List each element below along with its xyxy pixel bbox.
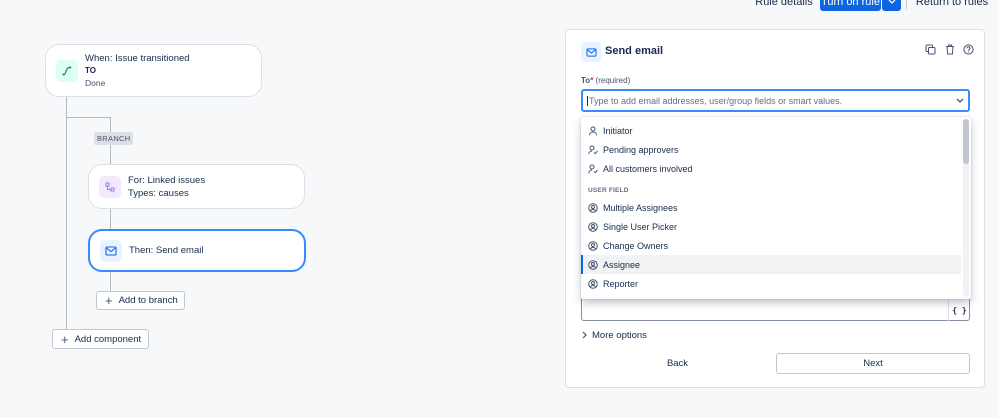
- to-field-label: To* (required): [581, 76, 631, 85]
- toolbar-divider: [906, 0, 907, 9]
- rule-details-button[interactable]: Rule details: [752, 0, 816, 11]
- message-field[interactable]: [581, 299, 970, 321]
- more-options-label: More options: [592, 330, 647, 341]
- trigger-card[interactable]: When: Issue transitioned TO Done: [45, 44, 262, 97]
- branch-title: For: Linked issues: [128, 174, 206, 186]
- plus-icon: +: [105, 293, 113, 308]
- dropdown-group-label: USER FIELD: [588, 187, 629, 194]
- action-title: Then: Send email: [129, 244, 204, 256]
- branch-icon: [99, 175, 121, 198]
- branch-tag: BRANCH: [94, 132, 134, 145]
- user-circle-icon: [588, 259, 598, 270]
- dropdown-option-assignee[interactable]: Assignee: [581, 255, 961, 274]
- user-circle-icon: [588, 202, 598, 213]
- flow-connector: [66, 117, 110, 118]
- dropdown-option-all-customers[interactable]: All customers involved: [581, 159, 961, 178]
- send-email-config-panel: Send email To* (required) Type to add em…: [565, 29, 985, 388]
- trigger-status: Done: [85, 77, 106, 88]
- send-email-action-card[interactable]: Then: Send email: [88, 229, 306, 272]
- add-to-branch-button[interactable]: + Add to branch: [96, 291, 185, 310]
- branch-types: Types: causes: [128, 187, 189, 199]
- chevron-down-icon: [888, 0, 895, 4]
- to-recipients-input[interactable]: Type to add email addresses, user/group …: [581, 89, 970, 112]
- email-icon: [581, 42, 601, 62]
- trigger-icon: [56, 59, 78, 82]
- user-circle-icon: [588, 221, 598, 232]
- more-options-toggle[interactable]: More options: [582, 330, 647, 341]
- user-check-icon: [588, 145, 598, 154]
- trigger-condition: TO: [85, 65, 96, 75]
- email-icon: [100, 239, 122, 262]
- dropdown-option-initiator[interactable]: Initiator: [581, 121, 961, 140]
- user-check-icon: [588, 164, 598, 173]
- return-to-rules-button[interactable]: Return to rules: [912, 0, 992, 11]
- turn-on-rule-dropdown-button[interactable]: [882, 0, 901, 11]
- add-component-button[interactable]: + Add component: [52, 329, 149, 349]
- flow-connector: [66, 97, 67, 339]
- user-circle-icon: [588, 278, 598, 289]
- add-component-label: Add component: [74, 333, 142, 345]
- chevron-right-icon: [582, 331, 587, 341]
- chevron-down-icon[interactable]: [952, 96, 968, 105]
- help-icon[interactable]: [963, 44, 974, 55]
- dropdown-option-change-owners[interactable]: Change Owners: [581, 236, 961, 255]
- dropdown-option-reporter[interactable]: Reporter: [581, 274, 961, 293]
- trash-icon[interactable]: [944, 44, 955, 55]
- user-circle-icon: [588, 240, 598, 251]
- branch-card[interactable]: For: Linked issues Types: causes: [88, 164, 305, 209]
- to-input-placeholder: Type to add email addresses, user/group …: [587, 95, 952, 106]
- flow-connector: [110, 272, 111, 291]
- plus-icon: +: [61, 331, 69, 347]
- recipient-dropdown: Initiator Pending approvers All customer…: [581, 117, 971, 299]
- dropdown-scrollbar-thumb[interactable]: [963, 119, 969, 164]
- add-to-branch-label: Add to branch: [118, 295, 178, 306]
- panel-title: Send email: [605, 45, 664, 57]
- duplicate-icon[interactable]: [925, 44, 936, 55]
- turn-on-rule-button[interactable]: Turn on rule: [820, 0, 881, 11]
- back-button[interactable]: Back: [581, 353, 774, 374]
- next-button[interactable]: Next: [776, 353, 970, 374]
- dropdown-option-pending-approvers[interactable]: Pending approvers: [581, 140, 961, 159]
- dropdown-option-single-user-picker[interactable]: Single User Picker: [581, 217, 961, 236]
- dropdown-option-multiple-assignees[interactable]: Multiple Assignees: [581, 198, 961, 217]
- flow-connector: [110, 209, 111, 229]
- smart-value-button[interactable]: { }: [948, 299, 970, 321]
- user-icon: [589, 126, 597, 135]
- trigger-title: When: Issue transitioned: [85, 52, 190, 64]
